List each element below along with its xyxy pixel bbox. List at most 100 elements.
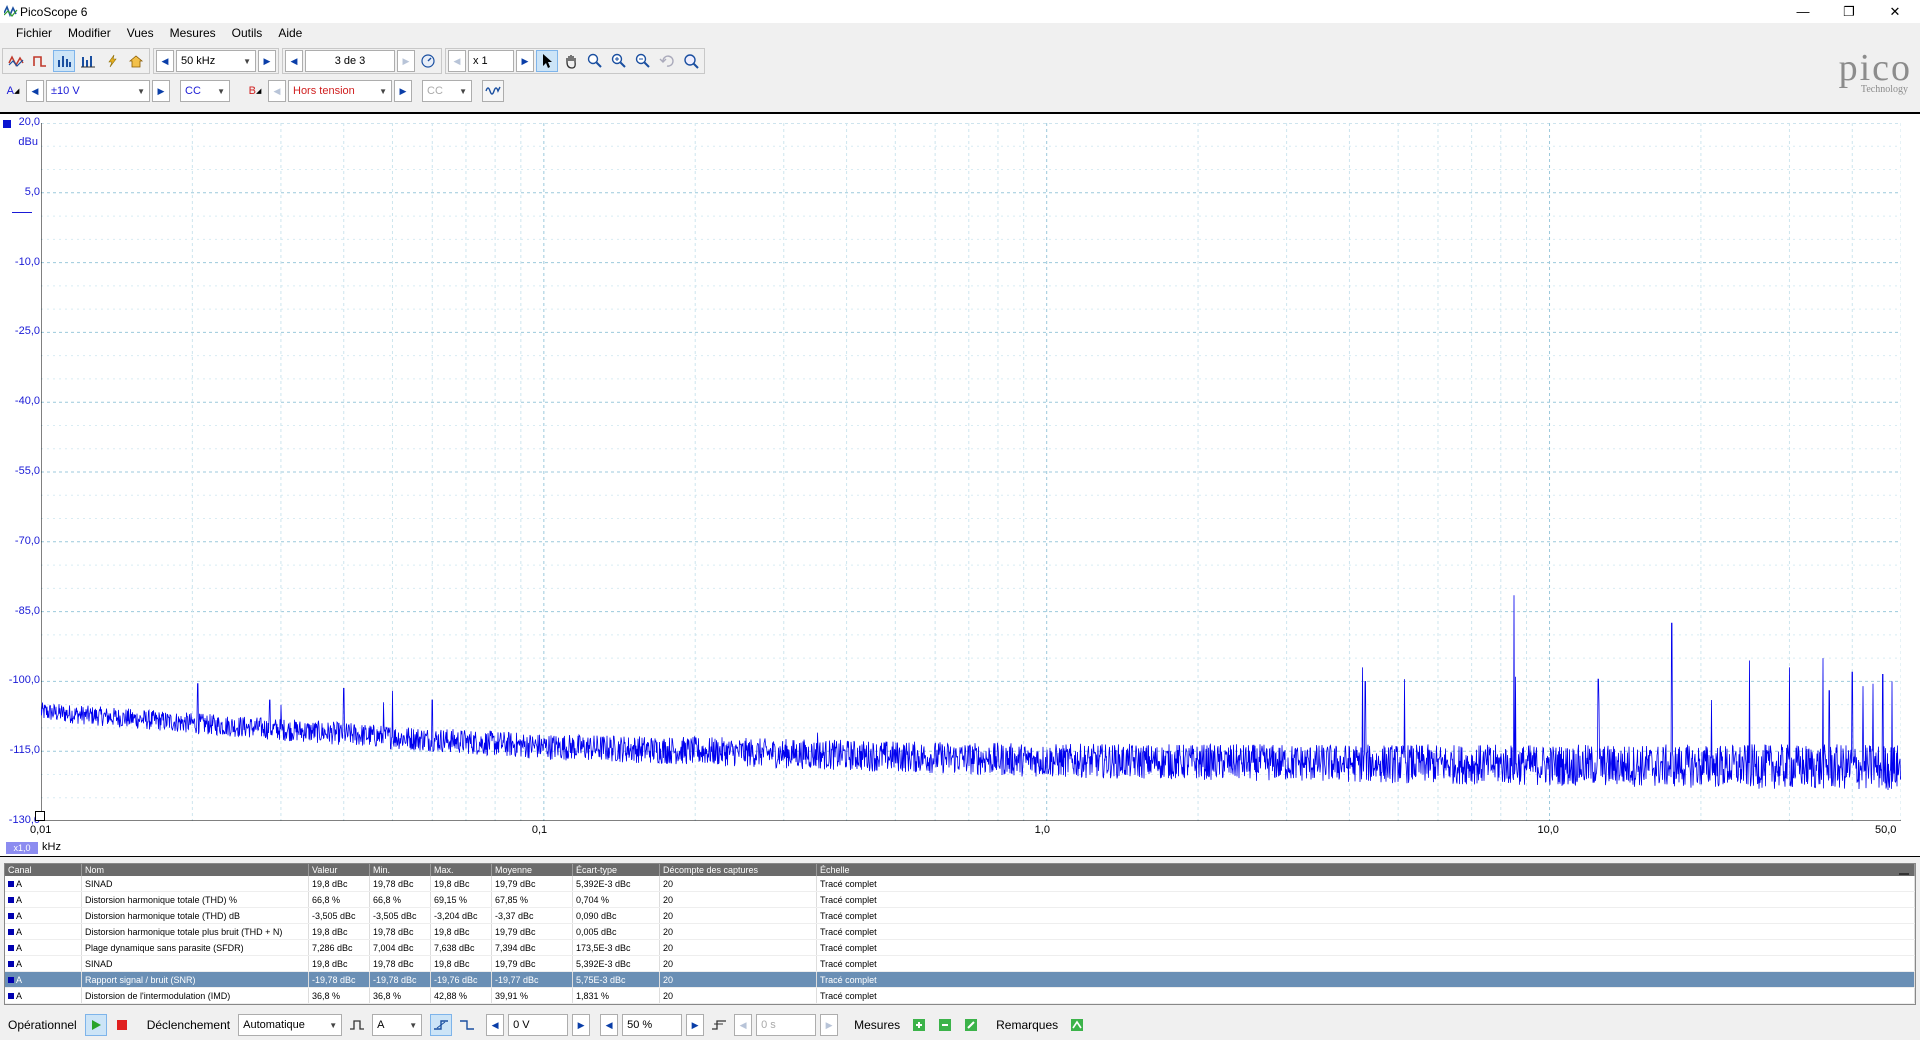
buffer-navigator-icon[interactable] xyxy=(417,50,439,72)
x-tick-label: 10,0 xyxy=(1537,824,1559,836)
table-collapse-icon[interactable] xyxy=(1899,867,1909,875)
trigger-mode-select[interactable]: Automatique ▼ xyxy=(238,1014,343,1036)
delete-measurement-icon[interactable] xyxy=(934,1014,956,1036)
menu-aide[interactable]: Aide xyxy=(270,23,310,44)
col-decompte[interactable]: Décompte des captures xyxy=(659,864,817,876)
threshold-input[interactable]: 0 V xyxy=(508,1014,569,1036)
menu-modifier[interactable]: Modifier xyxy=(60,23,119,44)
persistence-mode-icon[interactable] xyxy=(29,50,51,72)
capture-next-button[interactable]: ▶ xyxy=(397,50,415,72)
pretrigger-prev-button[interactable]: ◀ xyxy=(600,1014,619,1036)
close-button[interactable]: ✕ xyxy=(1872,0,1918,23)
channel-b-range[interactable]: Hors tension ▼ xyxy=(288,80,392,102)
table-row[interactable]: A Rapport signal / bruit (SNR) -19,78 dBc -… xyxy=(5,971,1915,988)
zoom-prev-button[interactable]: ◀ xyxy=(448,50,466,72)
channel-a-range-prev[interactable]: ◀ xyxy=(26,80,44,102)
spectrum-plot xyxy=(41,123,1901,821)
add-measurement-icon[interactable] xyxy=(908,1014,930,1036)
capture-prev-button[interactable]: ◀ xyxy=(285,50,303,72)
col-min[interactable]: Min. xyxy=(369,864,431,876)
stop-button[interactable] xyxy=(111,1014,133,1036)
table-cell: 19,8 dBc xyxy=(308,955,370,972)
spectrum-mode-icon[interactable] xyxy=(53,50,75,72)
channel-b-range-prev[interactable]: ◀ xyxy=(268,80,286,102)
trigger-source-select[interactable]: A ▼ xyxy=(372,1014,423,1036)
pretrigger-input[interactable]: 50 % xyxy=(622,1014,683,1036)
spectrum-view[interactable]: dBu 20,0 5,0 -10,0 -25,0 -40,0 -55,0 -70,0 -85,… xyxy=(0,112,1920,857)
channel-b-range-next[interactable]: ▶ xyxy=(394,80,412,102)
menu-mesures[interactable]: Mesures xyxy=(162,23,224,44)
scope-mode-icon[interactable] xyxy=(5,50,27,72)
channel-a-range-next[interactable]: ▶ xyxy=(152,80,170,102)
rising-edge-icon[interactable] xyxy=(430,1014,453,1036)
table-row[interactable]: A Distorsion harmonique totale plus bruit… xyxy=(5,923,1915,940)
table-cell: 7,638 dBc xyxy=(430,939,492,956)
pointer-tool-icon[interactable] xyxy=(536,50,558,72)
timebase-prev-button[interactable]: ◀ xyxy=(156,50,174,72)
edit-measurement-icon[interactable] xyxy=(960,1014,982,1036)
menu-vues[interactable]: Vues xyxy=(119,23,162,44)
channel-color-icon xyxy=(8,992,14,999)
pretrigger-next-button[interactable]: ▶ xyxy=(686,1014,705,1036)
delay-prev-button[interactable]: ◀ xyxy=(734,1014,753,1036)
signal-generator-icon[interactable] xyxy=(482,80,504,102)
restore-button[interactable]: ❐ xyxy=(1826,0,1872,23)
timebase-next-button[interactable]: ▶ xyxy=(258,50,276,72)
table-row[interactable]: A Distorsion de l'intermodulation (IMD) 36… xyxy=(5,987,1915,1004)
table-cell: Tracé complet xyxy=(816,987,1915,1004)
threshold-next-button[interactable]: ▶ xyxy=(572,1014,591,1036)
col-echelle[interactable]: Échelle xyxy=(816,864,1915,876)
table-row[interactable]: A SINAD 19,8 dBc 19,78 dBc 19,8 dBc 19,79 dBc… xyxy=(5,955,1915,972)
col-canal[interactable]: Canal xyxy=(5,864,82,876)
channel-a-options[interactable]: A ◢ xyxy=(2,80,24,102)
zoom-level[interactable]: x 1 xyxy=(468,50,514,72)
table-row[interactable]: A Distorsion harmonique totale (THD) % 66,… xyxy=(5,891,1915,908)
table-row[interactable]: A Distorsion harmonique totale (THD) dB -3… xyxy=(5,907,1915,924)
falling-edge-icon[interactable] xyxy=(456,1014,478,1036)
probe-icon[interactable] xyxy=(101,50,123,72)
channel-b-coupling[interactable]: CC ▼ xyxy=(422,80,472,102)
table-row[interactable]: A Plage dynamique sans parasite (SFDR) 7,2… xyxy=(5,939,1915,956)
menu-fichier[interactable]: Fichier xyxy=(8,23,60,44)
table-cell: Tracé complet xyxy=(816,907,1915,924)
col-moyenne[interactable]: Moyenne xyxy=(491,864,573,876)
undo-zoom-icon[interactable] xyxy=(656,50,678,72)
zoom-out-icon[interactable] xyxy=(632,50,654,72)
x-axis-origin-handle[interactable] xyxy=(35,811,45,821)
y-axis-offset-handle[interactable] xyxy=(12,212,32,213)
start-button[interactable] xyxy=(84,1014,107,1036)
advanced-trigger-icon[interactable] xyxy=(346,1014,368,1036)
measurements-table[interactable]: Canal Nom Valeur Min. Max. Moyenne Écart… xyxy=(4,863,1916,1005)
minimize-button[interactable]: — xyxy=(1780,0,1826,23)
table-cell: 67,85 % xyxy=(491,891,573,908)
capture-counter[interactable]: 3 de 3 xyxy=(305,50,395,72)
channel-a-range[interactable]: ±10 V ▼ xyxy=(46,80,150,102)
x-scale-badge[interactable]: x1,0 xyxy=(6,842,38,854)
spectrum-options-icon[interactable] xyxy=(77,50,99,72)
notes-toggle-icon[interactable] xyxy=(1066,1014,1088,1036)
menu-outils[interactable]: Outils xyxy=(224,23,271,44)
hand-tool-icon[interactable] xyxy=(560,50,582,72)
col-nom[interactable]: Nom xyxy=(81,864,309,876)
channel-a-coupling[interactable]: CC ▼ xyxy=(180,80,230,102)
timebase-select[interactable]: 50 kHz ▼ xyxy=(176,50,256,72)
table-row[interactable]: A SINAD 19,8 dBc 19,78 dBc 19,8 dBc 19,79 dBc… xyxy=(5,876,1915,892)
col-max[interactable]: Max. xyxy=(430,864,492,876)
delay-toggle-icon[interactable] xyxy=(708,1014,730,1036)
zoom-next-button[interactable]: ▶ xyxy=(516,50,534,72)
zoom-in-icon[interactable] xyxy=(608,50,630,72)
zoom-region-icon[interactable] xyxy=(584,50,606,72)
home-icon[interactable] xyxy=(125,50,147,72)
channel-b-options[interactable]: B ◢ xyxy=(244,80,266,102)
capture-group: ◀ 3 de 3 ▶ xyxy=(282,48,442,74)
zoom-overview-icon[interactable] xyxy=(680,50,702,72)
table-cell: 42,88 % xyxy=(430,987,492,1004)
delay-input[interactable]: 0 s xyxy=(756,1014,817,1036)
table-cell: -3,505 dBc xyxy=(308,907,370,924)
delay-next-button[interactable]: ▶ xyxy=(820,1014,839,1036)
col-ecart-type[interactable]: Écart-type xyxy=(572,864,660,876)
threshold-prev-button[interactable]: ◀ xyxy=(486,1014,505,1036)
channel-a-label: A xyxy=(6,85,14,97)
col-valeur[interactable]: Valeur xyxy=(308,864,370,876)
channel-color-icon xyxy=(8,944,14,951)
